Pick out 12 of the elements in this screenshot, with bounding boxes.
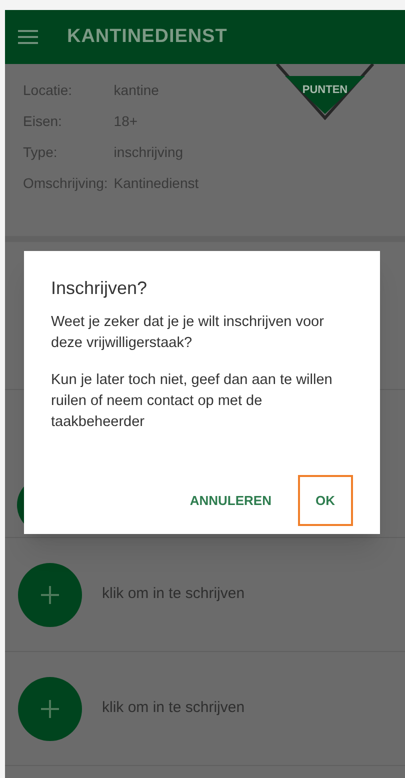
signup-label[interactable]: klik om in te schrijven (102, 583, 245, 606)
plus-icon (41, 700, 59, 718)
signup-label[interactable]: klik om in te schrijven (102, 697, 245, 720)
plus-icon (41, 586, 59, 604)
menu-icon[interactable] (17, 29, 39, 45)
dialog-button[interactable]: OK (298, 474, 353, 526)
dialog-button[interactable]: ANNULEREN (184, 474, 278, 526)
points-label: PUNTEN (301, 83, 349, 98)
dialog-message: Kun je later toch niet, geef dan aan te willen ruilen of neem contact op met de taakbeheerder (51, 371, 334, 432)
app-bar-title: KANTINEDIENST (67, 24, 228, 49)
dialog-title: Inschrijven? (51, 277, 148, 300)
dialog-message: Weet je zeker dat je je wilt inschrijven voor deze vrijwilligerstaak? (51, 313, 325, 353)
